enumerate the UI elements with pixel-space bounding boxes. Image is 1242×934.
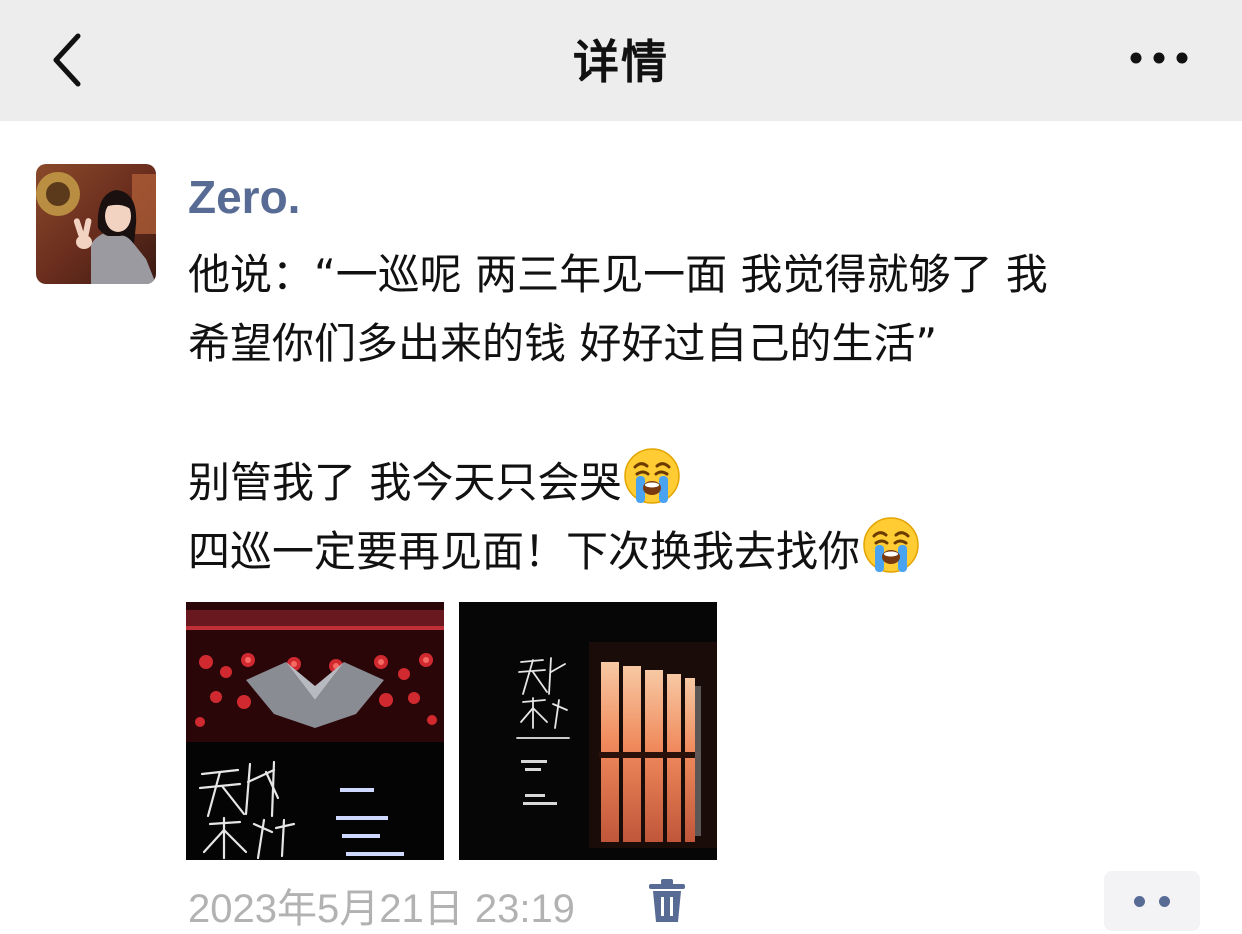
post-text-line: 四巡一定要再见面！下次换我去找你 bbox=[188, 527, 861, 576]
concert-stage-photo[interactable] bbox=[186, 602, 444, 860]
comment-button[interactable] bbox=[1104, 871, 1200, 931]
more-button[interactable] bbox=[1114, 28, 1204, 88]
post-text-line: 希望你们多出来的钱 好好过自己的生活” bbox=[188, 319, 938, 368]
loudly-crying-face-emoji-icon bbox=[862, 516, 920, 594]
page-title: 详情 bbox=[573, 35, 669, 89]
two-dots-icon bbox=[1134, 895, 1145, 907]
trash-icon bbox=[649, 879, 685, 922]
post-text-blank-line bbox=[188, 378, 1218, 447]
post-text-line-with-emoji: 别管我了 我今天只会哭 bbox=[188, 447, 1218, 516]
post-text-line: 他说：“一巡呢 两三年见一面 我觉得就够了 我 bbox=[188, 250, 1048, 299]
two-dots-icon bbox=[1159, 895, 1170, 907]
post-text-line-with-emoji: 四巡一定要再见面！下次换我去找你 bbox=[188, 516, 1218, 585]
delete-button[interactable] bbox=[646, 878, 688, 924]
author-name[interactable]: Zero. bbox=[188, 170, 300, 224]
loudly-crying-face-emoji-icon bbox=[623, 447, 681, 525]
post-text-line: 别管我了 我今天只会哭 bbox=[188, 458, 622, 507]
author-avatar[interactable] bbox=[36, 164, 156, 284]
concert-poster-window-photo[interactable] bbox=[459, 602, 717, 860]
navbar: 详情 bbox=[0, 0, 1242, 121]
more-horizontal-icon bbox=[1130, 52, 1188, 64]
post-text: 他说：“一巡呢 两三年见一面 我觉得就够了 我 希望你们多出来的钱 好好过自己的… bbox=[188, 240, 1218, 585]
post-timestamp: 2023年5月21日 23:19 bbox=[188, 887, 575, 931]
